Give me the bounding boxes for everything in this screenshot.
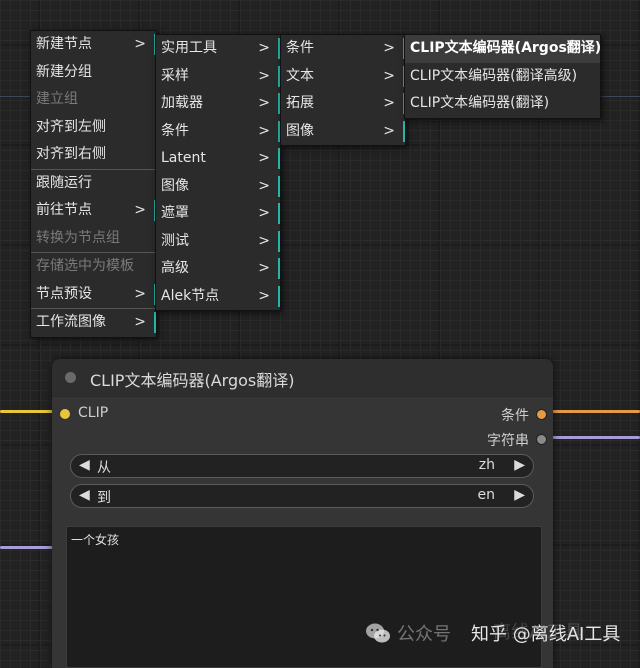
watermark-offline-ai: 离线AI工具 — [493, 622, 583, 643]
menu-item-image[interactable]: 图像 > — [156, 173, 280, 201]
clip-wire — [0, 410, 56, 413]
menu-item-util-image[interactable]: 图像 > — [281, 118, 405, 146]
menu-item-new-group[interactable]: 新建分组 — [31, 59, 156, 87]
menu-item-testing[interactable]: 测试 > — [156, 228, 280, 256]
context-menu: 新建节点 > 新建分组 建立组 对齐到左侧 对齐到右侧 跟随运行 前往节点 > 转换… — [30, 30, 157, 338]
from-label: 从 — [97, 460, 111, 476]
to-label: 到 — [97, 490, 111, 506]
from-increment-arrow[interactable]: ▶ — [514, 457, 525, 473]
prompt-text-area[interactable]: 一个女孩 — [66, 526, 542, 668]
menu-item-util-conditioning[interactable]: 条件 > — [281, 35, 405, 63]
wechat-icon — [365, 622, 391, 644]
conditioning-output-label: 条件 — [501, 408, 529, 424]
watermark-official-account: 公众号 — [397, 624, 451, 645]
from-value: zh — [478, 457, 495, 473]
submenu-conditioning: CLIP文本编码器(Argos翻译) CLIP文本编码器(翻译高级) CLIP文… — [404, 34, 601, 119]
string-wire-left — [0, 546, 54, 549]
conditioning-wire — [552, 410, 640, 413]
submenu-utilities: 条件 > 文本 > 拓展 > 图像 > — [280, 34, 406, 146]
menu-item-align-right[interactable]: 对齐到右侧 — [31, 141, 156, 169]
menu-item-util-extension[interactable]: 拓展 > — [281, 90, 405, 118]
from-language-combo[interactable]: ◀ 从 zh ▶ — [70, 454, 534, 478]
menu-item-loaders[interactable]: 加载器 > — [156, 90, 280, 118]
submenu-categories: 实用工具 > 采样 > 加载器 > 条件 > Latent > 图像 > 遮罩 > 测试 > 高… — [155, 34, 281, 311]
to-increment-arrow[interactable]: ▶ — [514, 487, 525, 503]
clip-input-label: CLIP — [78, 405, 109, 421]
menu-item-alek-nodes[interactable]: Alek节点 > — [156, 283, 280, 311]
menu-item-clip-argos-translate[interactable]: CLIP文本编码器(Argos翻译) — [405, 35, 601, 63]
menu-item-create-group: 建立组 — [36, 91, 78, 107]
menu-item-latent[interactable]: Latent > — [156, 145, 280, 173]
watermark: 公众号 离线AI工具 知乎 @离线AI工具 — [365, 620, 620, 646]
menu-item-new-node[interactable]: 新建节点 > — [31, 31, 156, 59]
menu-item-sampling[interactable]: 采样 > — [156, 63, 280, 91]
menu-item-conditioning[interactable]: 条件 > — [156, 118, 280, 146]
to-language-combo[interactable]: ◀ 到 en ▶ — [70, 484, 534, 508]
from-decrement-arrow[interactable]: ◀ — [79, 457, 90, 473]
menu-item-clip-translate-advanced[interactable]: CLIP文本编码器(翻译高级) — [405, 63, 600, 91]
menu-item-util-text[interactable]: 文本 > — [281, 63, 405, 91]
menu-item-convert-to-group-node: 转换为节点组 — [36, 229, 120, 246]
menu-item-save-as-template: 存储选中为模板 — [36, 258, 134, 274]
node-header[interactable]: CLIP文本编码器(Argos翻译) — [52, 359, 553, 397]
menu-item-advanced[interactable]: 高级 > — [156, 255, 280, 283]
string-wire — [552, 436, 640, 439]
menu-item-node-presets[interactable]: 节点预设 > — [31, 281, 156, 309]
string-output-label: 字符串 — [487, 433, 529, 449]
clip-input-slot[interactable] — [60, 409, 70, 419]
menu-item-mask[interactable]: 遮罩 > — [156, 200, 280, 228]
menu-item-goto-node[interactable]: 前往节点 > — [31, 197, 156, 225]
conditioning-output-slot[interactable] — [536, 409, 547, 420]
menu-item-follow-execution[interactable]: 跟随运行 — [31, 170, 156, 198]
menu-item-workflow-image[interactable]: 工作流图像 > — [31, 309, 156, 337]
string-output-slot[interactable] — [536, 434, 547, 445]
to-decrement-arrow[interactable]: ◀ — [79, 487, 90, 503]
menu-item-align-left[interactable]: 对齐到左侧 — [31, 114, 156, 142]
node-collapse-toggle[interactable] — [65, 372, 76, 383]
to-value: en — [477, 487, 496, 503]
menu-item-clip-translate[interactable]: CLIP文本编码器(翻译) — [405, 90, 600, 118]
menu-item-utilities[interactable]: 实用工具 > — [156, 35, 280, 63]
node-title: CLIP文本编码器(Argos翻译) — [90, 371, 295, 390]
